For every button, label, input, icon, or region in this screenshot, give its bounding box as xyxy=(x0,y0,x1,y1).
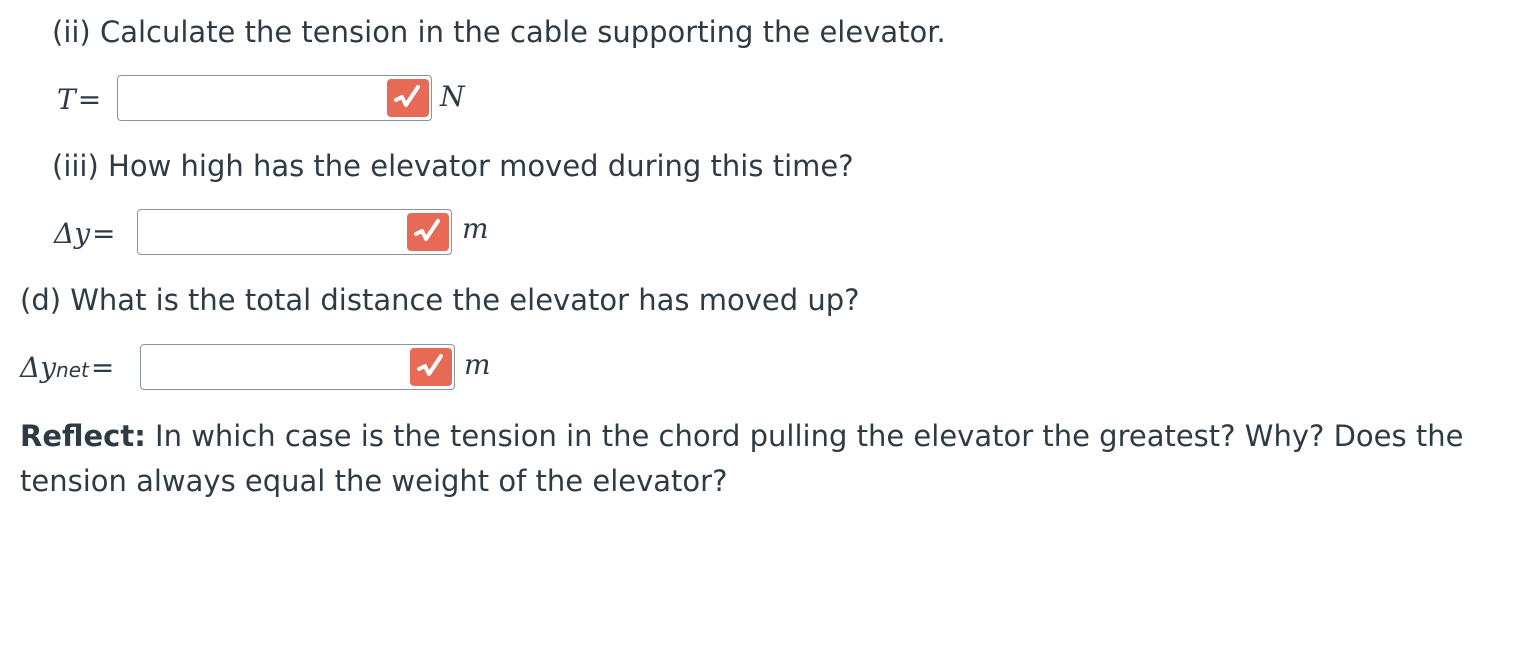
displacement-input-box[interactable] xyxy=(137,209,452,255)
equals-sign: = xyxy=(90,350,115,384)
net-subscript: net xyxy=(56,357,89,382)
square-root-check-icon[interactable] xyxy=(410,348,452,386)
displacement-label: Δy = xyxy=(54,217,116,250)
equals-sign: = xyxy=(77,82,102,116)
net-displacement-label: Δy net = xyxy=(20,351,114,384)
displacement-row: Δy = xyxy=(54,208,116,258)
tension-symbol: T xyxy=(57,82,76,116)
square-root-check-icon[interactable] xyxy=(407,213,449,251)
reflect-paragraph: Reflect: In which case is the tension in… xyxy=(20,414,1490,504)
tension-input[interactable] xyxy=(122,80,386,118)
displacement-unit: m xyxy=(462,212,489,245)
net-displacement-input-box[interactable] xyxy=(140,344,455,390)
delta-y-symbol: Δy xyxy=(20,350,57,384)
tension-input-box[interactable] xyxy=(117,75,432,121)
tension-unit: N xyxy=(440,80,465,113)
question-ii-text: (ii) Calculate the tension in the cable … xyxy=(52,15,946,49)
equals-sign: = xyxy=(92,216,116,250)
net-displacement-unit: m xyxy=(464,348,491,381)
net-displacement-input[interactable] xyxy=(145,349,409,387)
reflect-text: In which case is the tension in the chor… xyxy=(20,419,1464,498)
tension-label: T = xyxy=(57,83,101,116)
delta-y-symbol: Δy xyxy=(54,216,91,250)
reflect-heading: Reflect: xyxy=(20,419,146,453)
tension-row: T = xyxy=(57,74,101,124)
question-iii-text: (iii) How high has the elevator moved du… xyxy=(52,149,854,183)
displacement-input[interactable] xyxy=(142,214,406,252)
question-d-text: (d) What is the total distance the eleva… xyxy=(20,283,860,317)
net-displacement-row: Δy net = xyxy=(20,342,114,392)
square-root-check-icon[interactable] xyxy=(387,79,429,117)
